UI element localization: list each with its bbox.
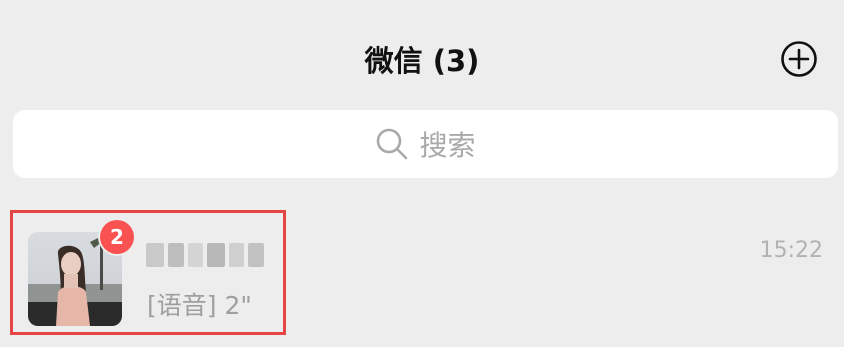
contact-name-blurred <box>146 240 264 270</box>
message-preview: [语音] 2" <box>147 291 252 320</box>
app-header: 微信 (3) <box>0 0 844 110</box>
search-placeholder: 搜索 <box>419 129 476 162</box>
plus-circle-icon <box>781 41 817 77</box>
search-bar[interactable]: 搜索 <box>13 110 838 178</box>
search-icon <box>377 128 408 160</box>
unread-badge: 2 <box>100 220 134 254</box>
message-time: 15:22 <box>759 238 823 263</box>
page-title: 微信 (3) <box>364 44 480 78</box>
add-button[interactable] <box>780 40 818 78</box>
